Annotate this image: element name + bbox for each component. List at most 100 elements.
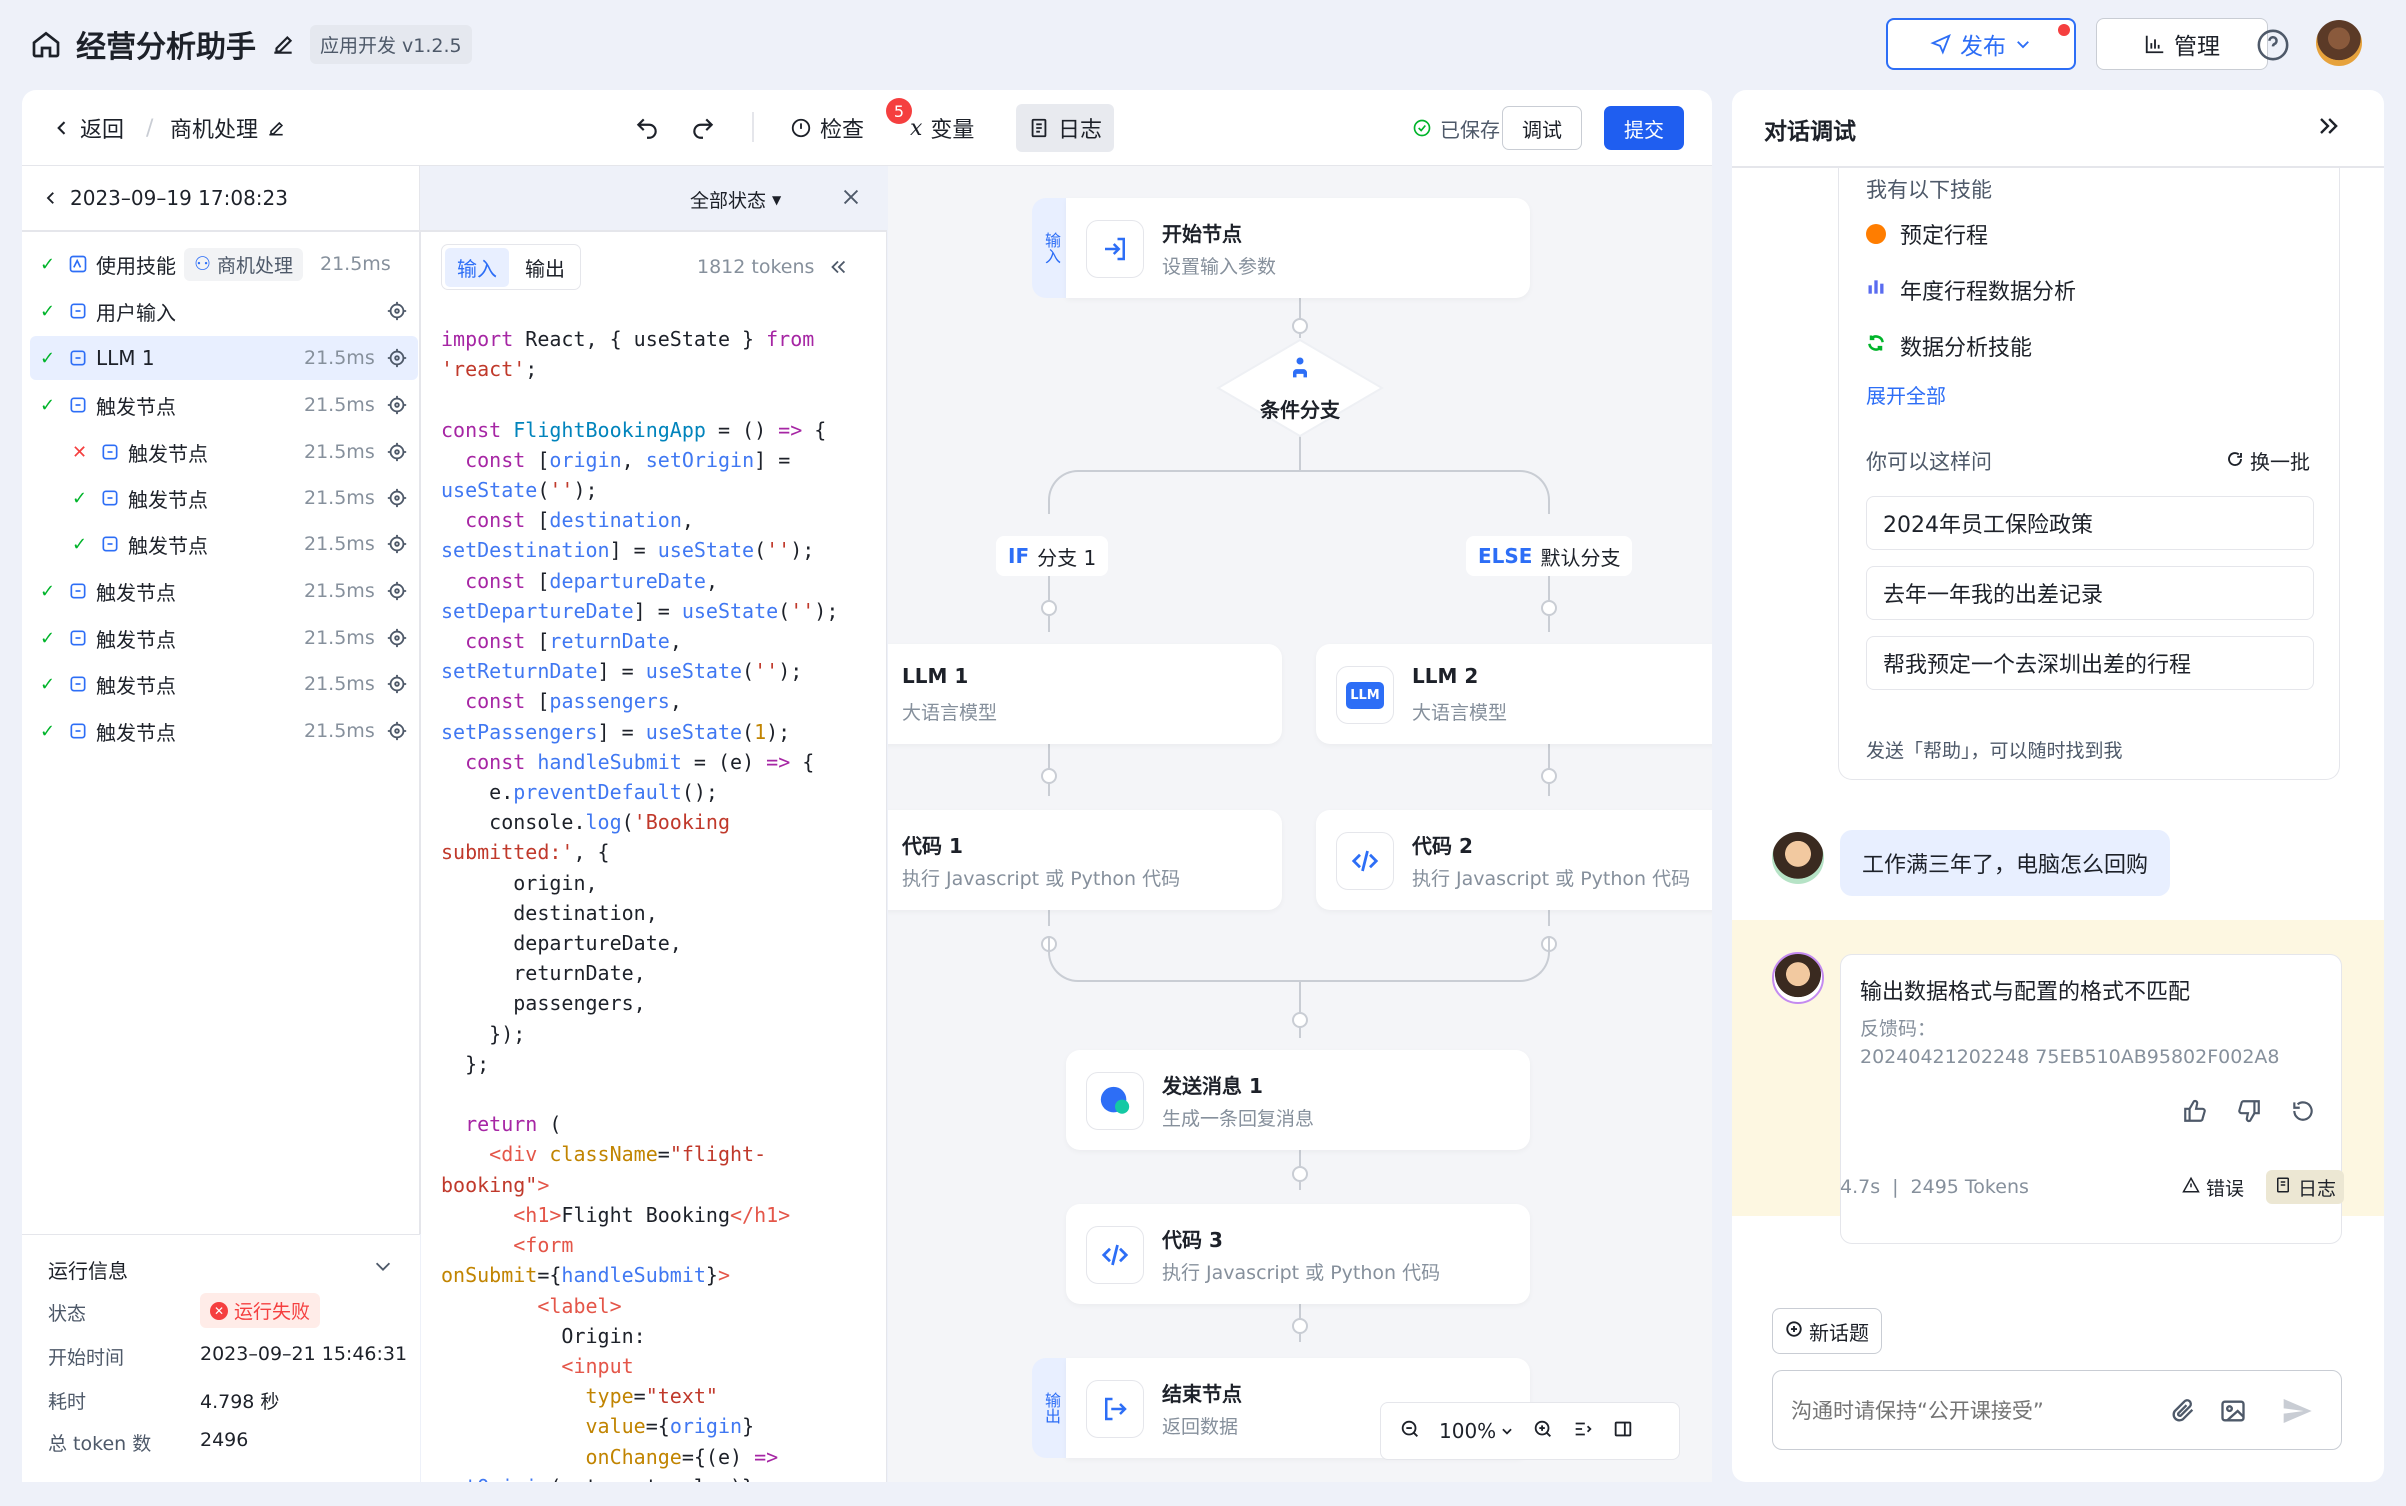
node-condition[interactable]: 条件分支 xyxy=(1216,338,1384,438)
connector-dot[interactable] xyxy=(1041,768,1057,784)
locate-icon[interactable] xyxy=(386,347,408,374)
variables-button[interactable]: x 变量 xyxy=(910,108,974,148)
zoom-select[interactable]: 100% xyxy=(1439,1419,1514,1443)
edit-icon[interactable] xyxy=(270,31,296,57)
edit-icon[interactable] xyxy=(266,118,286,138)
tree-row[interactable]: ✓ 触发节点 21.5ms xyxy=(30,662,412,706)
help-icon[interactable] xyxy=(2256,28,2290,62)
connector-dot[interactable] xyxy=(1541,768,1557,784)
tree-row[interactable]: ✓ 触发节点 21.5ms xyxy=(30,616,412,660)
connector-dot[interactable] xyxy=(1541,600,1557,616)
home-icon[interactable] xyxy=(30,28,62,60)
locate-icon[interactable] xyxy=(386,580,408,607)
node-llm-1[interactable]: LLM 1 大语言模型 xyxy=(888,644,1282,744)
auto-layout-icon[interactable] xyxy=(1572,1418,1594,1445)
skill-item[interactable]: 年度行程数据分析 xyxy=(1866,274,2076,306)
merge-connector xyxy=(1048,936,1550,982)
tree-row[interactable]: ✓ 触发节点 21.5ms xyxy=(30,569,412,613)
tree-row[interactable]: ✕ 触发节点 21.5ms xyxy=(30,430,412,474)
connector-dot[interactable] xyxy=(1041,600,1057,616)
suggestion-item[interactable]: 帮我预定一个去深圳出差的行程 xyxy=(1866,636,2314,690)
connector-dot[interactable] xyxy=(1292,1318,1308,1334)
locate-icon[interactable] xyxy=(386,394,408,421)
node-code-1[interactable]: 代码 1 执行 Javascript 或 Python 代码 xyxy=(888,810,1282,910)
code-icon xyxy=(1086,1226,1144,1284)
zoom-out-icon[interactable] xyxy=(1399,1418,1421,1445)
tree-row[interactable]: ✓ 触发节点 21.5ms xyxy=(30,383,412,427)
locate-icon[interactable] xyxy=(386,441,408,468)
node-llm-2[interactable]: LLM LLM 2 大语言模型 xyxy=(1316,644,1712,744)
refresh-button[interactable]: 换一批 xyxy=(2226,446,2310,475)
error-button[interactable]: 错误 xyxy=(2182,1170,2244,1204)
locate-icon[interactable] xyxy=(386,487,408,514)
chevron-down-icon[interactable] xyxy=(372,1255,394,1281)
skill-item[interactable]: 预定行程 xyxy=(1866,218,1988,250)
attach-icon[interactable] xyxy=(2169,1397,2197,1429)
close-icon[interactable] xyxy=(840,186,862,212)
thumbs-up-icon[interactable] xyxy=(2182,1098,2208,1128)
suggestion-item[interactable]: 去年一年我的出差记录 xyxy=(1866,566,2314,620)
zoom-in-icon[interactable] xyxy=(1532,1418,1554,1445)
status-filter-dropdown[interactable]: 全部状态 ▼ xyxy=(690,186,781,213)
node-send-message[interactable]: 发送消息 1 生成一条回复消息 xyxy=(1066,1050,1530,1150)
locate-icon[interactable] xyxy=(386,627,408,654)
chat-debug-panel: 对话调试 我有以下技能 预定行程 年度行程数据分析 数据分析技能 展开全部 你可… xyxy=(1732,90,2384,1482)
manage-button[interactable]: 管理 xyxy=(2096,18,2268,70)
node-code-2[interactable]: 代码 2 执行 Javascript 或 Python 代码 xyxy=(1316,810,1712,910)
collapse-icon[interactable] xyxy=(827,256,849,282)
user-message: 工作满三年了，电脑怎么回购 xyxy=(1840,830,2171,896)
token-count: 1812 tokens xyxy=(697,256,815,278)
send-icon xyxy=(1930,33,1952,55)
connector-dot[interactable] xyxy=(1292,318,1308,334)
branch-if[interactable]: IF 分支 1 xyxy=(996,536,1109,576)
redo-icon[interactable] xyxy=(690,108,716,148)
locate-icon[interactable] xyxy=(386,720,408,747)
log-time[interactable]: 2023–09–19 17:08:23 xyxy=(42,186,288,210)
skill-item[interactable]: 数据分析技能 xyxy=(1866,330,2032,362)
check-button[interactable]: 检查 5 xyxy=(790,98,912,148)
thumbs-down-icon[interactable] xyxy=(2236,1098,2262,1128)
tree-row[interactable]: ✓ 用户输入 xyxy=(30,289,412,333)
tree-row[interactable]: ✓ 触发节点 21.5ms xyxy=(30,522,412,566)
connector-dot[interactable] xyxy=(1292,1012,1308,1028)
branch-else[interactable]: ELSE 默认分支 xyxy=(1466,536,1633,576)
message-input[interactable] xyxy=(1791,1391,2151,1431)
locate-icon[interactable] xyxy=(386,300,408,327)
plus-circle-icon xyxy=(1785,1319,1803,1343)
publish-button[interactable]: 发布 xyxy=(1886,18,2076,70)
tab-output[interactable]: 输出 xyxy=(513,248,577,287)
undo-icon[interactable] xyxy=(634,108,660,148)
connector-dot[interactable] xyxy=(1292,1166,1308,1182)
input-icon xyxy=(68,301,88,321)
node-code-3[interactable]: 代码 3 执行 Javascript 或 Python 代码 xyxy=(1066,1204,1530,1304)
log-button[interactable]: 日志 xyxy=(1016,104,1115,152)
locate-icon[interactable] xyxy=(386,533,408,560)
new-topic-button[interactable]: 新话题 xyxy=(1772,1308,1882,1354)
fail-icon: ✕ xyxy=(72,441,88,463)
llm-icon xyxy=(68,348,88,368)
tree-row[interactable]: ✓ 触发节点 21.5ms xyxy=(30,476,412,520)
calendar-icon xyxy=(1866,224,1886,244)
image-icon[interactable] xyxy=(2219,1397,2247,1429)
tree-row[interactable]: ✓ 触发节点 21.5ms xyxy=(30,709,412,753)
collapse-panel-icon[interactable] xyxy=(2314,112,2342,144)
tree-row-skill[interactable]: ✓ 使用技能 ⚇ 商机处理 21.5ms xyxy=(30,242,412,286)
expand-all-link[interactable]: 展开全部 xyxy=(1866,380,1946,409)
debug-button[interactable]: 调试 xyxy=(1502,106,1582,150)
fit-view-icon[interactable] xyxy=(1612,1418,1634,1445)
skill-tag: ⚇ 商机处理 xyxy=(184,247,304,281)
submit-button[interactable]: 提交 xyxy=(1604,106,1684,150)
suggestion-item[interactable]: 2024年员工保险政策 xyxy=(1866,496,2314,550)
message-log-button[interactable]: 日志 xyxy=(2266,1170,2345,1204)
retry-icon[interactable] xyxy=(2290,1098,2316,1128)
avatar[interactable] xyxy=(2316,20,2362,66)
divider xyxy=(752,112,754,142)
locate-icon[interactable] xyxy=(386,673,408,700)
flow-canvas[interactable]: 输入 开始节点 设置输入参数 条件分支 IF 分支 1 ELSE 默认分支 LL… xyxy=(888,166,1712,1482)
node-start[interactable]: 开始节点 设置输入参数 xyxy=(1066,198,1530,298)
check-icon: ✓ xyxy=(40,720,56,742)
tab-input[interactable]: 输入 xyxy=(445,247,509,287)
send-icon[interactable] xyxy=(2281,1395,2313,1431)
back-link[interactable]: 返回 xyxy=(52,108,124,148)
tree-row[interactable]: ✓ LLM 1 21.5ms xyxy=(30,336,418,380)
